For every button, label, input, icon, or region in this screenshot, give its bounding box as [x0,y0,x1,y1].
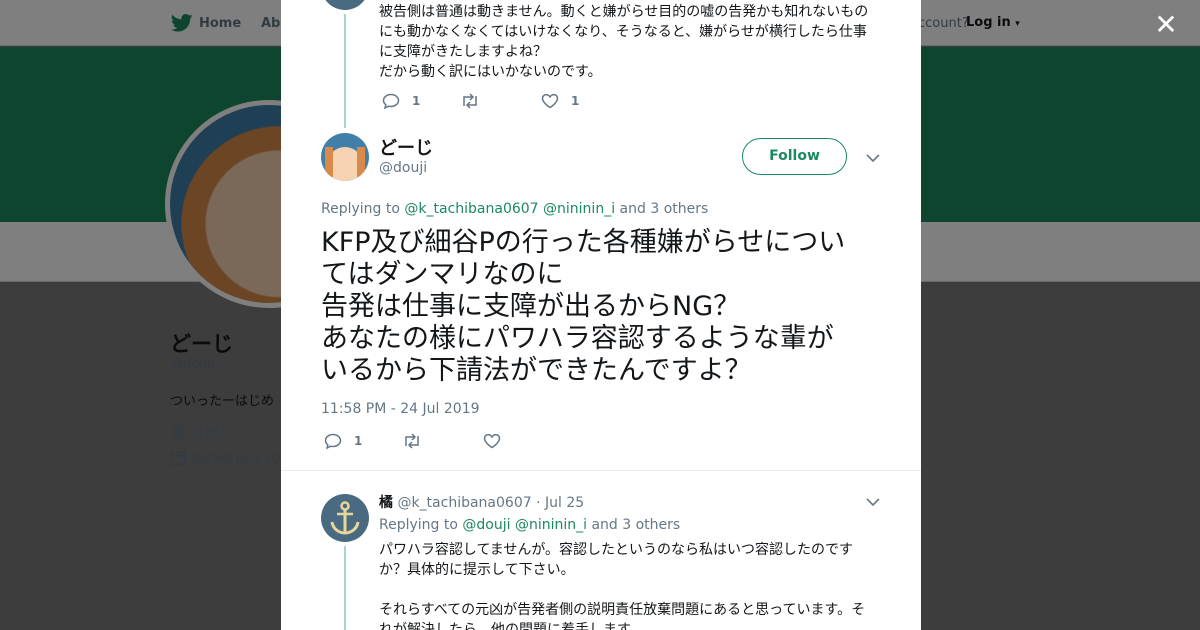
reply-tweet-handle[interactable]: @k_tachibana0607 [397,495,531,511]
chevron-down-icon[interactable] [866,153,880,163]
reply-tweet-name[interactable]: 橘 [379,495,393,511]
prev-tweet-avatar[interactable] [321,0,369,10]
prev-tweet-line: にも動かなくなくてはいけなくなり、そうなると、嫌がらせが横行したら仕事 [379,24,867,40]
reply-count: 1 [354,434,363,448]
reply-tweet-line: パワハラ容認してませんが。容認したというのなら私はいつ容認したのです [379,542,854,558]
follow-button[interactable]: Follow [742,138,847,175]
anchor-icon [330,501,360,535]
reply-count: 1 [412,94,421,108]
thread-line [344,14,346,128]
reply-tweet-avatar[interactable] [321,494,369,542]
prev-tweet-text: 被告側は普通は動きません。動くと嫌がらせ目的の嘘の告発かも知れないもの にも動か… [379,2,879,82]
close-modal-icon[interactable]: ✕ [1153,11,1179,39]
main-retweet-button[interactable] [402,433,422,449]
replying-prefix: Replying to [379,517,458,533]
mention-link[interactable]: @nininin_i [543,201,615,217]
divider [281,470,921,471]
reply-tweet-text: パワハラ容認してませんが。容認したというのなら私はいつ容認したのです か？具体的… [379,540,877,630]
others-link[interactable]: and 3 others [591,517,680,533]
chevron-down-icon[interactable] [866,497,880,507]
like-count: 1 [571,94,580,108]
reply-tweet-line: れが解決したら、他の問題に着手します。 [379,622,644,630]
replying-to: Replying to @k_tachibana0607 @nininin_i … [321,201,708,217]
reply-tweet-header: 橘 @k_tachibana0607 · Jul 25 [379,492,584,512]
prev-like-button[interactable]: 1 [541,93,579,109]
main-tweet-handle[interactable]: @douji [379,160,427,176]
mention-link[interactable]: @douji [462,517,510,533]
mention-link[interactable]: @nininin_i [515,517,587,533]
prev-reply-button[interactable]: 1 [382,93,420,109]
main-tweet-line: てはダンマリなのに [321,259,564,290]
main-tweet-avatar[interactable] [321,133,369,181]
tweet-timestamp[interactable]: 11:58 PM - 24 Jul 2019 [321,401,480,417]
retweet-icon [405,433,419,449]
replying-to: Replying to @douji @nininin_i and 3 othe… [379,517,680,533]
prev-tweet-line: に支障がきたしますよね？ [379,44,547,60]
reply-tweet-line [379,580,877,600]
retweet-icon [463,93,477,109]
main-tweet-line: KFP及び細谷Pの行った各種嫌がらせについ [321,227,846,258]
reply-icon [324,433,342,449]
main-tweet-text: KFP及び細谷Pの行った各種嫌がらせについ てはダンマリなのに 告発は仕事に支障… [321,227,881,387]
main-reply-button[interactable]: 1 [324,433,362,449]
prev-tweet-line: だから動く訳にはいかないのです。 [379,64,602,80]
main-tweet-line: あなたの様にパワハラ容認するような輩が [321,323,834,354]
reply-tweet-line: それらすべての元凶が告発者側の説明責任放棄問題にあると思っています。そ [379,602,866,618]
reply-tweet-date[interactable]: · Jul 25 [536,495,584,511]
main-tweet-name[interactable]: どーじ [379,134,433,160]
others-link[interactable]: and 3 others [620,201,709,217]
reply-tweet-line: か？具体的に提示して下さい。 [379,562,575,578]
prev-tweet-line: 被告側は普通は動きません。動くと嫌がらせ目的の嘘の告発かも知れないもの [379,4,869,20]
thread-line [344,546,346,630]
mention-link[interactable]: @k_tachibana0607 [404,201,538,217]
main-like-button[interactable] [483,433,501,449]
tweet-modal: 被告側は普通は動きません。動くと嫌がらせ目的の嘘の告発かも知れないもの にも動か… [281,0,921,630]
reply-icon [382,93,400,109]
heart-icon [483,433,501,449]
prev-retweet-button[interactable] [460,93,480,109]
main-tweet-line: 告発は仕事に支障が出るからNG？ [321,291,741,322]
main-tweet-line: いるから下請法ができたんですよ？ [321,355,752,386]
replying-prefix: Replying to [321,201,400,217]
heart-icon [541,93,559,109]
